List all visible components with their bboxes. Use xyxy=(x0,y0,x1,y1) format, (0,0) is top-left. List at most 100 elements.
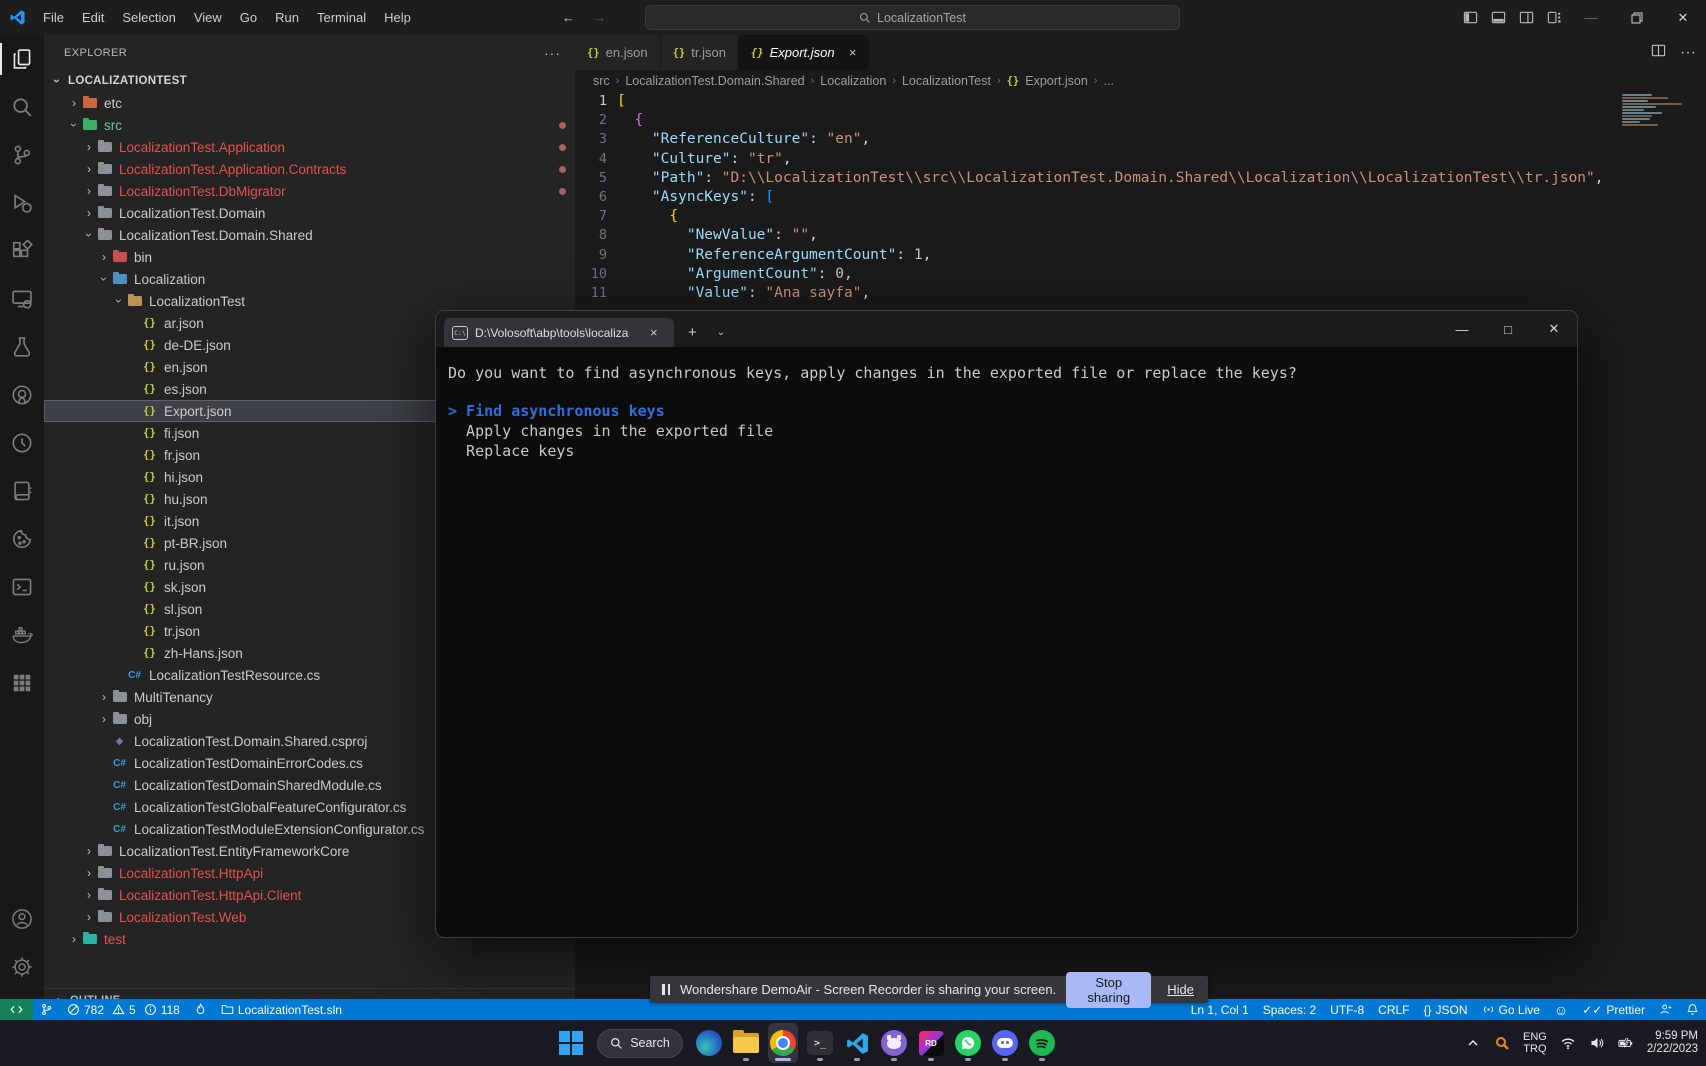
tree-item-bin[interactable]: ›bin xyxy=(44,246,575,268)
toggle-secondary-sidebar-icon[interactable] xyxy=(1512,0,1540,35)
taskbar-app-vscode[interactable] xyxy=(842,1023,872,1063)
toggle-primary-sidebar-icon[interactable] xyxy=(1456,0,1484,35)
terminal-maximize-icon[interactable]: □ xyxy=(1485,311,1531,347)
toggle-panel-icon[interactable] xyxy=(1484,0,1512,35)
code-line[interactable]: 6 "AsyncKeys": [ xyxy=(575,188,1706,207)
menu-view[interactable]: View xyxy=(185,0,231,35)
code-line[interactable]: 8 "NewValue": "", xyxy=(575,226,1706,245)
code-line[interactable]: 1[ xyxy=(575,92,1706,111)
tab-en-json[interactable]: {}en.json xyxy=(575,35,661,70)
terminal-option-2[interactable]: Apply changes in the exported file xyxy=(448,421,1565,441)
terminal-titlebar[interactable]: C:\ D:\Volosoft\abp\tools\localiza × + ⌄… xyxy=(436,311,1577,347)
tab-tr-json[interactable]: {}tr.json xyxy=(661,35,739,70)
tree-item-localizationtest-domain-shared[interactable]: ›LocalizationTest.Domain.Shared xyxy=(44,224,575,246)
remote-explorer-icon[interactable] xyxy=(0,275,44,323)
command-center-search[interactable]: LocalizationTest xyxy=(645,5,1180,30)
extensions-icon[interactable] xyxy=(0,227,44,275)
tree-item-localizationtest-application[interactable]: ›LocalizationTest.Application xyxy=(44,136,575,158)
github-icon[interactable] xyxy=(0,371,44,419)
nav-back-icon[interactable]: ← xyxy=(562,10,575,25)
explorer-more-actions-icon[interactable]: ··· xyxy=(544,45,561,61)
run-debug-icon[interactable] xyxy=(0,179,44,227)
language-mode-status[interactable]: {}JSON xyxy=(1417,999,1475,1020)
window-close-icon[interactable]: ✕ xyxy=(1660,0,1706,35)
taskbar-app-rider[interactable]: RD xyxy=(916,1023,946,1063)
cookie-icon[interactable] xyxy=(0,515,44,563)
breadcrumb-item[interactable]: LocalizationTest xyxy=(902,74,991,88)
menu-help[interactable]: Help xyxy=(375,0,420,35)
settings-gear-icon[interactable] xyxy=(0,943,44,991)
menu-go[interactable]: Go xyxy=(231,0,266,35)
taskbar-search[interactable]: Search xyxy=(597,1029,683,1058)
terminal-option-1[interactable]: > Find asynchronous keys xyxy=(448,401,1565,421)
eol-status[interactable]: CRLF xyxy=(1371,999,1416,1020)
search-icon[interactable] xyxy=(0,83,44,131)
tab-close-icon[interactable]: × xyxy=(849,45,857,60)
tree-item-localizationtest-domain[interactable]: ›LocalizationTest.Domain xyxy=(44,202,575,224)
encoding-status[interactable]: UTF-8 xyxy=(1323,999,1371,1020)
source-control-icon[interactable] xyxy=(0,131,44,179)
profile-status[interactable] xyxy=(1652,999,1679,1020)
tree-item-src[interactable]: ›src xyxy=(44,114,575,136)
window-restore-icon[interactable] xyxy=(1614,0,1660,35)
taskbar-app-whatsapp[interactable] xyxy=(953,1023,983,1063)
testing-icon[interactable] xyxy=(0,323,44,371)
terminal-body[interactable]: Do you want to find asynchronous keys, a… xyxy=(436,347,1577,477)
code-line[interactable]: 9 "ReferenceArgumentCount": 1, xyxy=(575,246,1706,265)
terminal-option-3[interactable]: Replace keys xyxy=(448,441,1565,461)
explorer-root-folder[interactable]: › LOCALIZATIONTEST xyxy=(44,70,575,92)
taskbar-app-spotify[interactable] xyxy=(1027,1023,1057,1063)
editor-more-actions-icon[interactable]: ··· xyxy=(1680,44,1696,62)
tray-app-icon[interactable] xyxy=(1494,1035,1510,1051)
code-line[interactable]: 4 "Culture": "tr", xyxy=(575,150,1706,169)
feedback-smiley[interactable]: ☺ xyxy=(1547,999,1575,1020)
tray-chevron-up-icon[interactable] xyxy=(1465,1035,1481,1051)
terminal-tab[interactable]: C:\ D:\Volosoft\abp\tools\localiza × xyxy=(444,318,674,347)
menu-run[interactable]: Run xyxy=(266,0,308,35)
solution-status[interactable]: LocalizationTest.sln xyxy=(214,999,349,1020)
taskbar-app-windows-terminal[interactable]: >_ xyxy=(805,1023,835,1063)
split-editor-icon[interactable] xyxy=(1651,43,1666,63)
notifications-bell[interactable] xyxy=(1679,999,1706,1020)
tree-item-localizationtest[interactable]: ›LocalizationTest xyxy=(44,290,575,312)
terminal-minimize-icon[interactable]: — xyxy=(1439,311,1485,347)
breadcrumb-item[interactable]: ... xyxy=(1103,74,1113,88)
tab-export-json[interactable]: {}Export.json× xyxy=(739,35,869,70)
terminal-close-icon[interactable]: ✕ xyxy=(1531,311,1577,347)
explorer-icon[interactable] xyxy=(0,35,44,83)
problems-status[interactable]: 782 5 118 xyxy=(60,999,187,1020)
tree-item-localizationtest-dbmigrator[interactable]: ›LocalizationTest.DbMigrator xyxy=(44,180,575,202)
customize-layout-icon[interactable] xyxy=(1540,0,1568,35)
apps-grid-icon[interactable] xyxy=(0,659,44,707)
menu-edit[interactable]: Edit xyxy=(73,0,113,35)
clock[interactable]: 9:59 PM 2/22/2023 xyxy=(1647,1030,1698,1057)
gitlens-icon[interactable] xyxy=(0,419,44,467)
language-indicator[interactable]: ENG TRQ xyxy=(1523,1031,1547,1055)
taskbar-app-discord[interactable] xyxy=(990,1023,1020,1063)
tree-item-etc[interactable]: ›etc xyxy=(44,92,575,114)
go-live-status[interactable]: Go Live xyxy=(1475,999,1547,1020)
battery-icon[interactable] xyxy=(1618,1035,1634,1051)
terminal-dropdown-icon[interactable]: ⌄ xyxy=(717,318,725,347)
taskbar-app-github-desktop[interactable] xyxy=(879,1023,909,1063)
taskbar-app-edge[interactable] xyxy=(694,1023,724,1063)
menu-terminal[interactable]: Terminal xyxy=(308,0,375,35)
breadcrumb-item[interactable]: Export.json xyxy=(1025,74,1088,88)
notebook-icon[interactable] xyxy=(0,467,44,515)
tree-item-localization[interactable]: ›Localization xyxy=(44,268,575,290)
nav-forward-icon[interactable]: → xyxy=(593,10,606,25)
code-line[interactable]: 2 { xyxy=(575,111,1706,130)
tree-item-localizationtest-application-contracts[interactable]: ›LocalizationTest.Application.Contracts xyxy=(44,158,575,180)
source-control-status[interactable] xyxy=(33,999,60,1020)
stop-sharing-button[interactable]: Stop sharing xyxy=(1066,972,1151,1008)
breadcrumb-item[interactable]: LocalizationTest.Domain.Shared xyxy=(625,74,804,88)
menu-selection[interactable]: Selection xyxy=(113,0,184,35)
accounts-icon[interactable] xyxy=(0,895,44,943)
wifi-icon[interactable] xyxy=(1560,1035,1576,1051)
remote-indicator[interactable] xyxy=(0,999,33,1020)
start-button[interactable] xyxy=(556,1023,586,1063)
window-minimize-icon[interactable]: — xyxy=(1568,0,1614,35)
prettier-status[interactable]: ✓✓Prettier xyxy=(1575,999,1652,1020)
docker-icon[interactable] xyxy=(0,611,44,659)
code-line[interactable]: 5 "Path": "D:\\LocalizationTest\\src\\Lo… xyxy=(575,169,1706,188)
